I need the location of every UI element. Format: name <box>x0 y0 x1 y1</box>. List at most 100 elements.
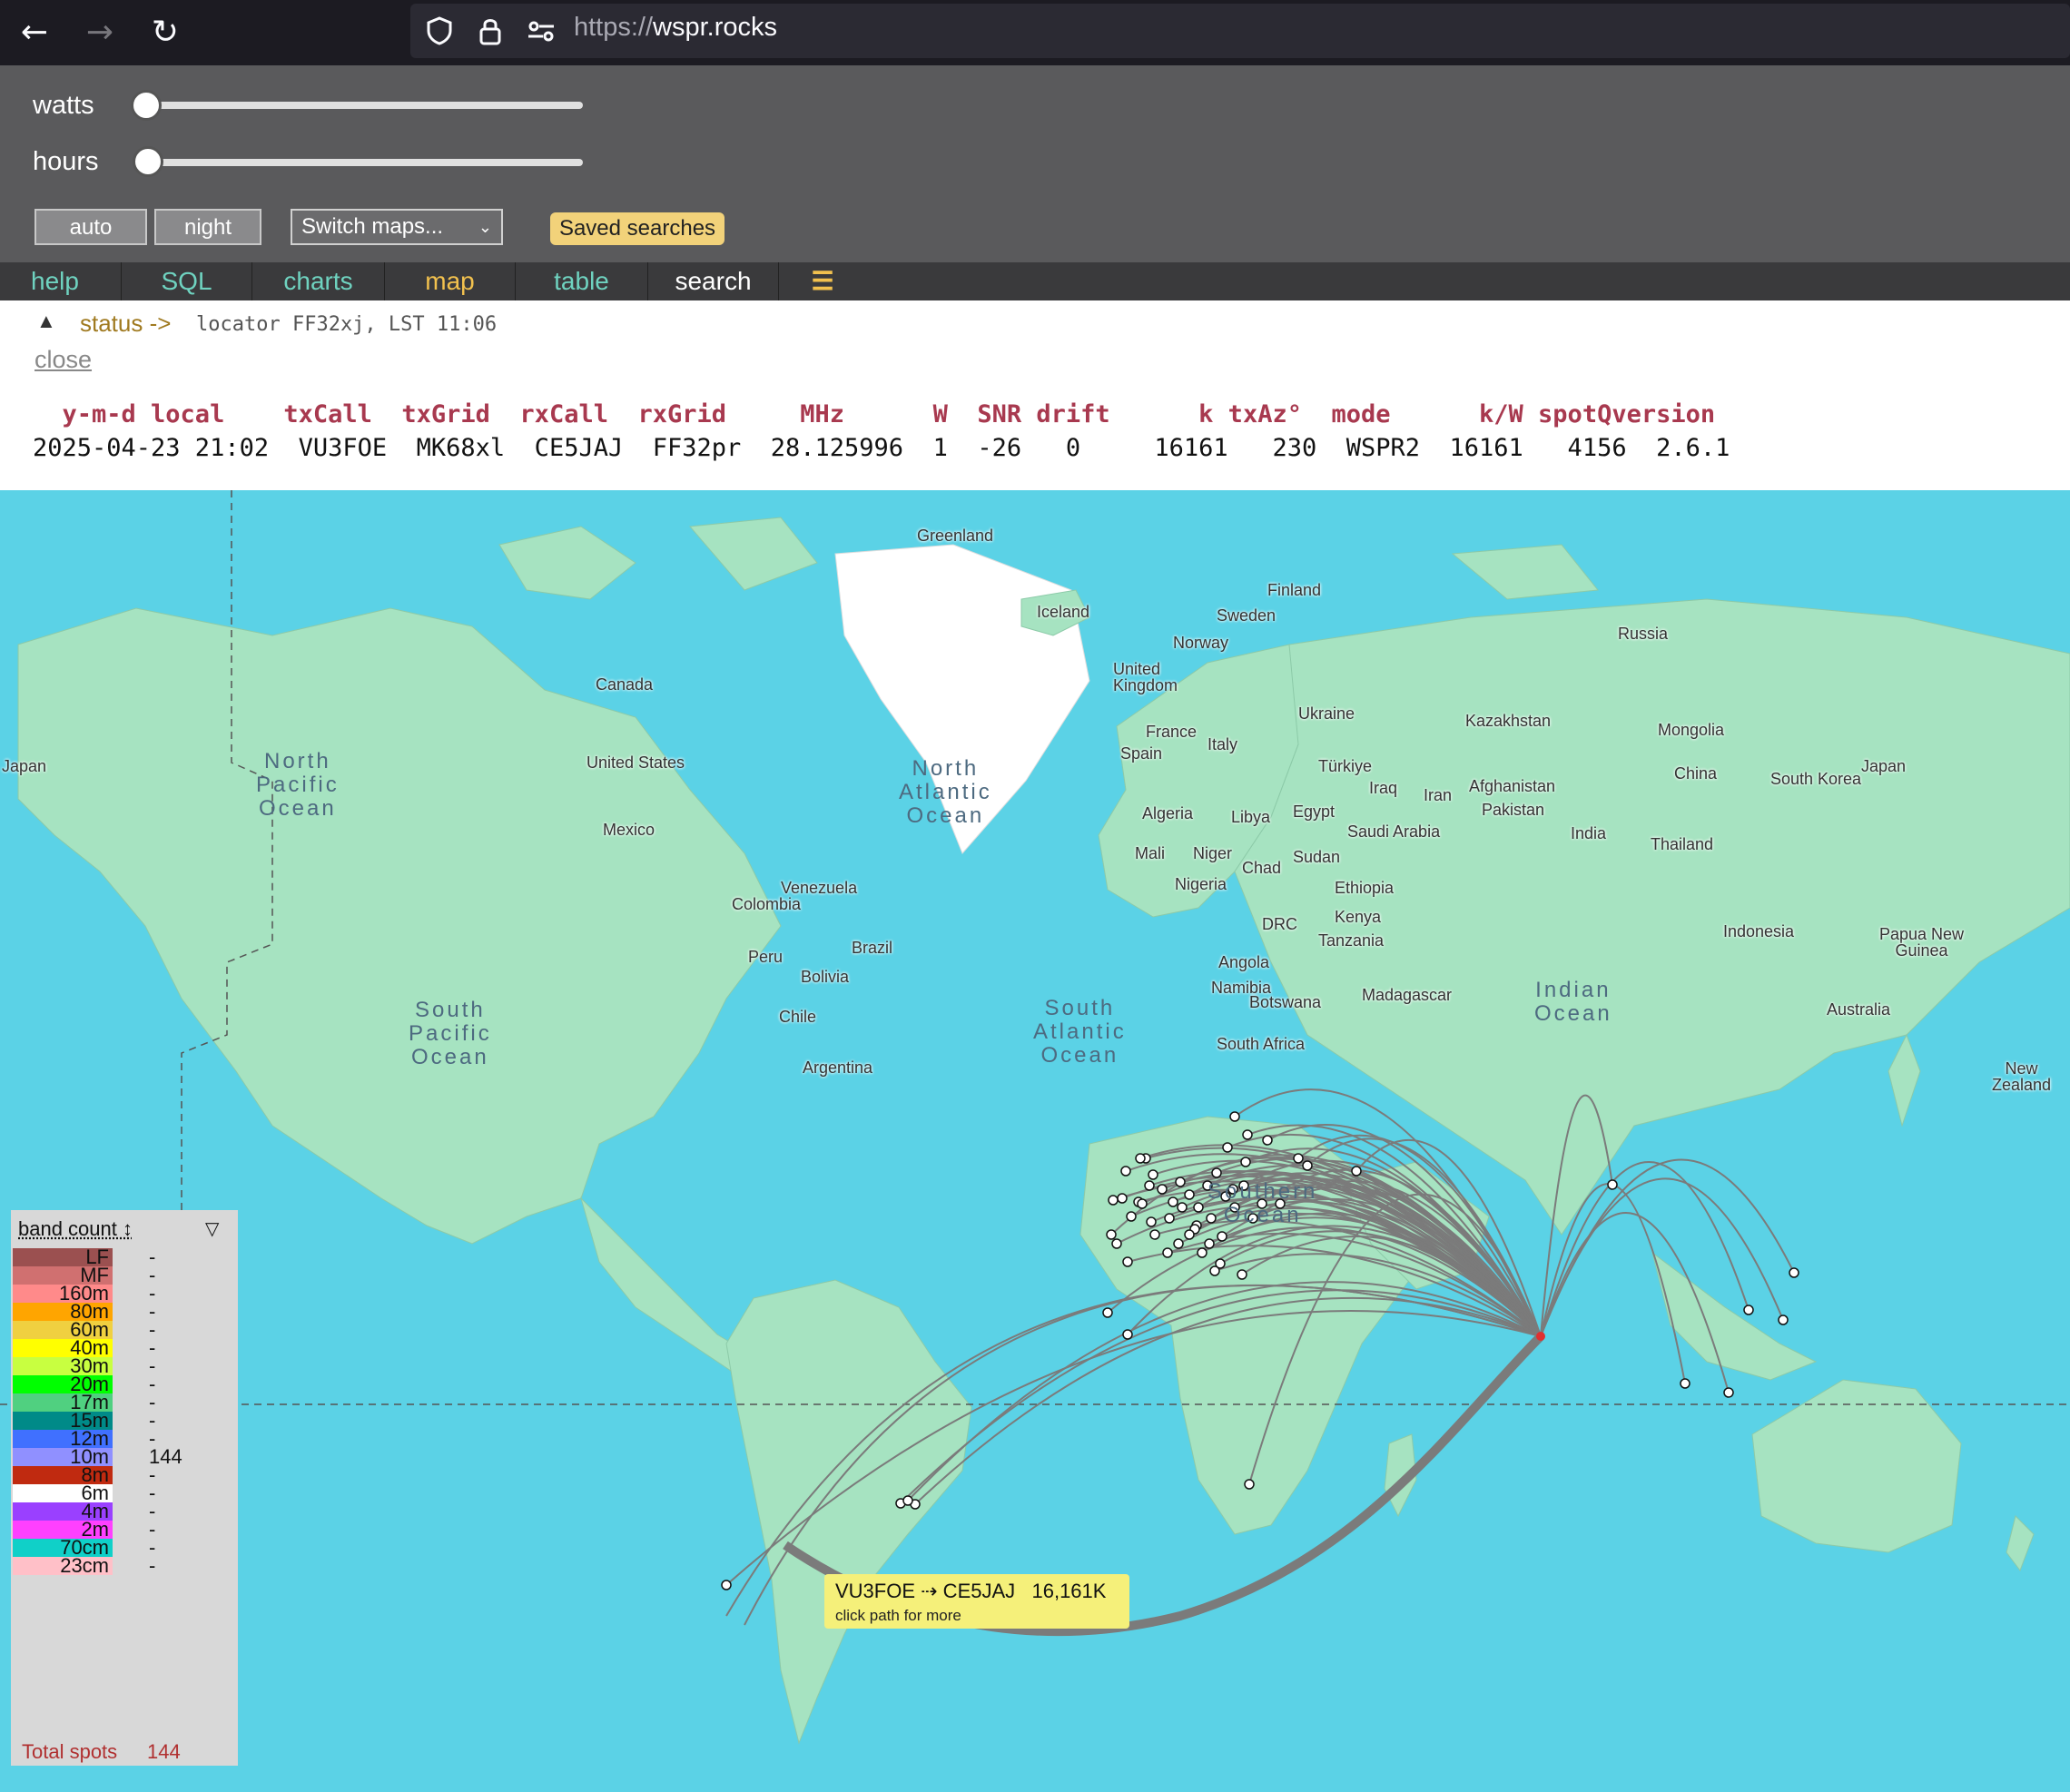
receiver-dot[interactable] <box>1126 1211 1137 1222</box>
receiver-dot[interactable] <box>1680 1378 1690 1389</box>
receiver-dot[interactable] <box>1743 1305 1754 1315</box>
receiver-dot[interactable] <box>1244 1479 1255 1490</box>
legend-band-row[interactable]: 160m - <box>13 1284 231 1304</box>
transmitter-marker[interactable] <box>1536 1332 1545 1341</box>
legend-band-row[interactable]: 23cm - <box>13 1556 231 1576</box>
legend-band-row[interactable]: 10m 144 <box>13 1447 231 1467</box>
hours-slider[interactable] <box>145 159 583 166</box>
saved-searches-button[interactable]: Saved searches <box>550 212 724 245</box>
receiver-dot[interactable] <box>1222 1142 1233 1153</box>
receiver-dot[interactable] <box>1211 1167 1222 1178</box>
receiver-dot[interactable] <box>1122 1329 1133 1340</box>
receiver-dot[interactable] <box>1135 1153 1146 1164</box>
receiver-dot[interactable] <box>1148 1169 1158 1180</box>
receiver-dot[interactable] <box>1164 1213 1175 1224</box>
tab-search[interactable]: search <box>648 262 779 300</box>
receiver-dot[interactable] <box>1209 1265 1220 1276</box>
legend-band-row[interactable]: 20m - <box>13 1374 231 1394</box>
receiver-dot[interactable] <box>1177 1202 1188 1213</box>
receiver-dot[interactable] <box>1106 1229 1117 1240</box>
label-madagascar: Madagascar <box>1362 986 1453 1004</box>
receiver-dot[interactable] <box>1293 1153 1304 1164</box>
receiver-dot[interactable] <box>1262 1135 1273 1146</box>
receiver-dot[interactable] <box>1723 1387 1734 1398</box>
tab-table[interactable]: table <box>516 262 648 300</box>
receiver-dot[interactable] <box>1117 1193 1128 1204</box>
spot-table-row[interactable]: 2025-04-23 21:02 VU3FOE MK68xl CE5JAJ FF… <box>33 434 1730 462</box>
night-button[interactable]: night <box>154 209 261 245</box>
receiver-dot[interactable] <box>1168 1196 1178 1207</box>
close-link[interactable]: close <box>34 346 92 374</box>
legend-band-row[interactable]: 15m - <box>13 1411 231 1431</box>
receiver-dot[interactable] <box>1122 1256 1133 1267</box>
receiver-dot[interactable] <box>1108 1195 1119 1206</box>
legend-band-row[interactable]: 8m - <box>13 1465 231 1485</box>
receiver-dot[interactable] <box>1162 1247 1173 1258</box>
receiver-dot[interactable] <box>1197 1247 1208 1258</box>
back-arrow-icon[interactable]: ← <box>13 11 56 54</box>
receiver-dot[interactable] <box>1173 1238 1184 1249</box>
legend-band-row[interactable]: 2m - <box>13 1520 231 1540</box>
receiver-dot[interactable] <box>1778 1314 1789 1325</box>
receiver-dot[interactable] <box>1237 1269 1247 1280</box>
menu-icon[interactable]: ☰ <box>779 262 866 300</box>
receiver-dot[interactable] <box>1111 1238 1122 1249</box>
tooltip-path-text: VU3FOE ⇢ CE5JAJ 16,161K <box>835 1580 1107 1602</box>
receiver-dot[interactable] <box>1157 1184 1168 1195</box>
legend-band-label[interactable]: 23cm <box>13 1556 113 1576</box>
receiver-dot[interactable] <box>1351 1166 1362 1177</box>
receiver-dot[interactable] <box>1242 1129 1253 1140</box>
status-label[interactable]: status -> <box>80 310 171 338</box>
reload-icon[interactable]: ↻ <box>143 11 187 54</box>
receiver-dot[interactable] <box>1217 1231 1227 1242</box>
receiver-dot[interactable] <box>1229 1111 1240 1122</box>
receiver-dot[interactable] <box>1193 1202 1204 1213</box>
receiver-dot[interactable] <box>1184 1229 1195 1240</box>
label-mexico: Mexico <box>603 821 656 839</box>
switch-maps-select[interactable]: Switch maps... ⌄ <box>291 209 503 245</box>
receiver-dot[interactable] <box>1789 1267 1799 1278</box>
legend-band-row[interactable]: 30m - <box>13 1356 231 1376</box>
legend-band-row[interactable]: 4m - <box>13 1502 231 1521</box>
receiver-dot[interactable] <box>1175 1177 1186 1187</box>
legend-band-row[interactable]: 17m - <box>13 1393 231 1413</box>
tab-sql[interactable]: SQL <box>122 262 252 300</box>
tab-charts[interactable]: charts <box>252 262 385 300</box>
label-mali: Mali <box>1135 844 1166 862</box>
path-tooltip[interactable]: VU3FOE ⇢ CE5JAJ 16,161K click path for m… <box>824 1574 1129 1629</box>
watts-slider-knob[interactable] <box>131 90 162 121</box>
receiver-dot[interactable] <box>1302 1160 1313 1171</box>
legend-band-row[interactable]: 6m - <box>13 1483 231 1503</box>
receiver-dot[interactable] <box>1137 1198 1148 1209</box>
permissions-icon[interactable] <box>525 15 557 47</box>
receiver-dot[interactable] <box>902 1495 913 1506</box>
label-afghanistan: Afghanistan <box>1469 777 1556 795</box>
legend-band-row[interactable]: 40m - <box>13 1338 231 1358</box>
filter-icon[interactable]: ▽ <box>205 1217 219 1240</box>
legend-header[interactable]: band count ↕ <box>18 1217 133 1241</box>
tab-help[interactable]: help <box>0 262 122 300</box>
receiver-dot[interactable] <box>1184 1189 1195 1200</box>
legend-band-row[interactable]: 12m - <box>13 1429 231 1449</box>
receiver-dot[interactable] <box>1144 1180 1155 1191</box>
legend-band-row[interactable]: MF - <box>13 1265 231 1285</box>
legend-band-row[interactable]: 60m - <box>13 1320 231 1340</box>
auto-button[interactable]: auto <box>34 209 147 245</box>
legend-band-row[interactable]: 80m - <box>13 1302 231 1322</box>
receiver-dot[interactable] <box>1120 1166 1131 1177</box>
tab-map[interactable]: map <box>385 262 516 300</box>
watts-slider[interactable] <box>145 102 583 109</box>
receiver-dot[interactable] <box>1146 1216 1157 1227</box>
hours-slider-knob[interactable] <box>133 146 163 177</box>
legend-band-row[interactable]: 70cm - <box>13 1538 231 1558</box>
receiver-dot[interactable] <box>1149 1229 1160 1240</box>
url-text[interactable]: https://wspr.rocks <box>574 13 777 43</box>
receiver-dot[interactable] <box>1204 1238 1215 1249</box>
receiver-dot[interactable] <box>1102 1307 1113 1318</box>
receiver-dot[interactable] <box>1240 1157 1251 1167</box>
receiver-dot[interactable] <box>721 1580 732 1590</box>
legend-band-row[interactable]: LF - <box>13 1247 231 1267</box>
forward-arrow-icon[interactable]: → <box>78 11 122 54</box>
collapse-triangle-icon[interactable]: ▲ <box>36 310 56 333</box>
receiver-dot[interactable] <box>1607 1179 1618 1190</box>
